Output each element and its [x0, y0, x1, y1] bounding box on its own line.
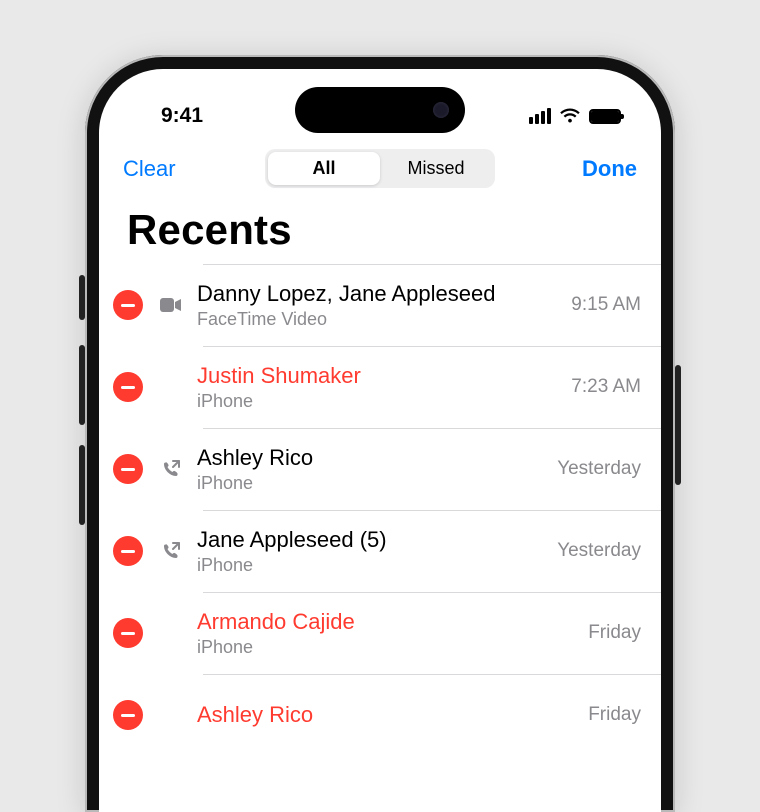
delete-row-button[interactable] [113, 454, 143, 484]
battery-icon [589, 109, 621, 124]
row-separator [203, 428, 661, 429]
call-time: Yesterday [557, 458, 641, 480]
minus-icon [121, 550, 135, 553]
delete-row-button[interactable] [113, 372, 143, 402]
delete-row-button[interactable] [113, 536, 143, 566]
call-subline: iPhone [197, 391, 559, 412]
status-time: 9:41 [161, 104, 203, 128]
front-camera [433, 102, 449, 118]
caller-name: Danny Lopez, Jane Appleseed [197, 280, 559, 308]
power-button [675, 365, 681, 485]
call-time: Friday [588, 704, 641, 726]
row-separator [203, 346, 661, 347]
call-row[interactable]: Jane Appleseed (5)iPhone Yesterday [99, 510, 661, 592]
segment-missed[interactable]: Missed [380, 152, 492, 185]
dynamic-island [295, 87, 465, 133]
call-subline: iPhone [197, 555, 545, 576]
call-time: Friday [588, 622, 641, 644]
phone-device-frame: 9:41 Clear All Missed [85, 55, 675, 812]
minus-icon [121, 386, 135, 389]
call-time: 9:15 AM [571, 294, 641, 316]
caller-name: Jane Appleseed (5) [197, 526, 545, 554]
done-button[interactable]: Done [557, 156, 637, 182]
outgoing-call-icon [157, 541, 185, 561]
segment-all[interactable]: All [268, 152, 380, 185]
minus-icon [121, 714, 135, 717]
minus-icon [121, 304, 135, 307]
caller-name: Justin Shumaker [197, 362, 559, 390]
row-separator [203, 592, 661, 593]
call-subline: iPhone [197, 637, 576, 658]
row-separator [203, 510, 661, 511]
call-time: 7:23 AM [571, 376, 641, 398]
call-row-main: Danny Lopez, Jane AppleseedFaceTime Vide… [197, 280, 559, 331]
delete-row-button[interactable] [113, 618, 143, 648]
call-row[interactable]: Armando CajideiPhone Friday [99, 592, 661, 674]
minus-icon [121, 468, 135, 471]
delete-row-button[interactable] [113, 290, 143, 320]
call-row-main: Armando CajideiPhone [197, 608, 576, 659]
caller-name: Ashley Rico [197, 444, 545, 472]
call-row-main: Justin ShumakeriPhone [197, 362, 559, 413]
row-separator [203, 264, 661, 265]
mute-switch [79, 275, 85, 320]
call-row[interactable]: Justin ShumakeriPhone 7:23 AM [99, 346, 661, 428]
screen: 9:41 Clear All Missed [99, 69, 661, 812]
call-subline: FaceTime Video [197, 309, 559, 330]
minus-icon [121, 632, 135, 635]
caller-name: Armando Cajide [197, 608, 576, 636]
recents-filter-segmented[interactable]: All Missed [265, 149, 495, 188]
clear-button[interactable]: Clear [123, 156, 203, 182]
page-title: Recents [99, 194, 661, 264]
volume-up-button [79, 345, 85, 425]
outgoing-call-icon [157, 459, 185, 479]
caller-name: Ashley Rico [197, 701, 576, 729]
recents-list: Danny Lopez, Jane AppleseedFaceTime Vide… [99, 264, 661, 756]
call-row-main: Ashley RicoiPhone [197, 444, 545, 495]
cellular-signal-icon [529, 108, 551, 124]
call-row[interactable]: Danny Lopez, Jane AppleseedFaceTime Vide… [99, 264, 661, 346]
row-separator [203, 674, 661, 675]
call-row[interactable]: Ashley RicoiPhone Yesterday [99, 428, 661, 510]
facetime-video-icon [157, 297, 185, 313]
call-time: Yesterday [557, 540, 641, 562]
nav-bar: Clear All Missed Done [99, 139, 661, 194]
call-row-main: Ashley Rico [197, 701, 576, 729]
volume-down-button [79, 445, 85, 525]
call-row[interactable]: Ashley Rico Friday [99, 674, 661, 756]
delete-row-button[interactable] [113, 700, 143, 730]
call-subline: iPhone [197, 473, 545, 494]
call-row-main: Jane Appleseed (5)iPhone [197, 526, 545, 577]
wifi-icon [559, 108, 581, 124]
